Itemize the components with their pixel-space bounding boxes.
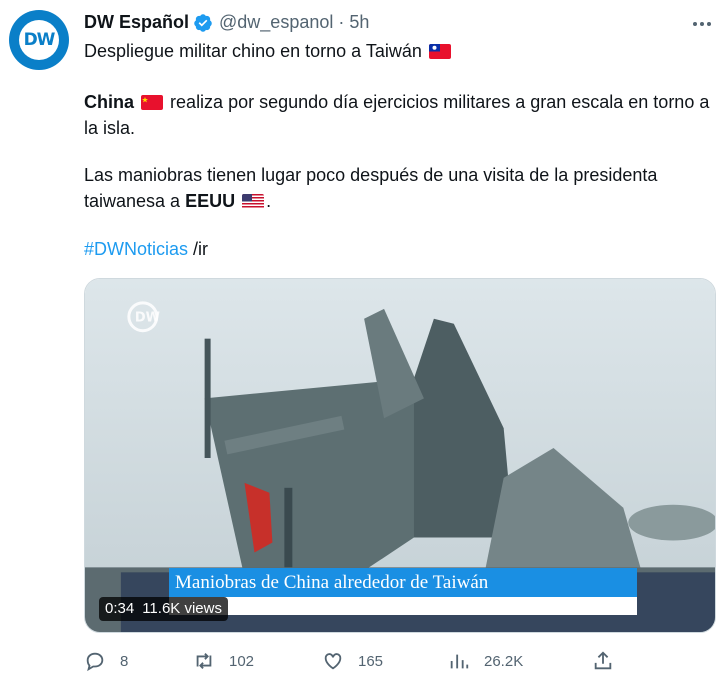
retweet-button[interactable]: 102 xyxy=(193,650,254,672)
tag-suffix: /ir xyxy=(193,239,209,259)
tweet-paragraph-2: Las maniobras tienen lugar poco después … xyxy=(84,162,714,214)
tweet-paragraph-1: China realiza por segundo día ejercicios… xyxy=(84,89,714,141)
reply-count: 8 xyxy=(120,652,129,670)
tweet-actions: 8 102 165 26.2K xyxy=(0,650,727,678)
tweet-tags: #DWNoticias /ir xyxy=(84,236,714,262)
paragraph-2-end: . xyxy=(266,191,272,211)
like-button[interactable]: 165 xyxy=(322,650,383,672)
china-bold: China xyxy=(84,92,135,112)
avatar[interactable]: DW xyxy=(9,10,69,70)
video-duration: 0:34 xyxy=(105,600,135,617)
retweet-icon xyxy=(196,653,212,669)
paragraph-2-text: Las maniobras tienen lugar poco después … xyxy=(84,165,658,211)
reply-button[interactable]: 8 xyxy=(84,650,128,672)
share-icon xyxy=(594,651,612,670)
video-watermark: DW xyxy=(135,311,160,326)
verified-badge-icon xyxy=(194,13,212,32)
dw-logo: DW xyxy=(19,20,59,60)
usa-flag-icon xyxy=(242,194,265,209)
separator-dot: · xyxy=(338,12,345,32)
headline-text: Despliegue militar chino en torno a Taiw… xyxy=(84,41,422,61)
retweet-count: 102 xyxy=(229,652,255,670)
views-count: 26.2K xyxy=(484,652,524,670)
taiwan-flag-icon xyxy=(428,44,451,59)
timestamp[interactable]: 5h xyxy=(349,12,369,33)
video-caption-banner: Maniobras de China alrededor de Taiwán xyxy=(169,568,637,597)
tweet-headline: Despliegue militar chino en torno a Taiw… xyxy=(84,38,714,64)
like-icon xyxy=(324,653,342,670)
share-button[interactable] xyxy=(592,650,628,672)
more-icon[interactable] xyxy=(690,14,714,34)
views-button[interactable]: 26.2K xyxy=(448,650,523,672)
analytics-icon xyxy=(450,654,469,669)
tweet-header: DW Español @dw_espanol · 5h xyxy=(84,12,369,33)
video-caption-strip xyxy=(169,597,637,615)
eeuu-bold: EEUU xyxy=(185,191,236,211)
author-name[interactable]: DW Español xyxy=(84,12,189,33)
author-handle[interactable]: @dw_espanol xyxy=(219,12,333,33)
video-badge: 0:34 11.6K views xyxy=(99,597,228,621)
hashtag-link[interactable]: #DWNoticias xyxy=(84,239,188,259)
reply-icon xyxy=(86,652,104,672)
avatar-text: DW xyxy=(23,30,56,50)
video-views: 11.6K views xyxy=(142,600,222,617)
video-player[interactable]: DW Maniobras de China alrededor de Taiwá… xyxy=(84,278,716,633)
china-flag-icon xyxy=(141,95,164,110)
like-count: 165 xyxy=(358,652,384,670)
paragraph-1-text: realiza por segundo día ejercicios milit… xyxy=(84,92,710,138)
